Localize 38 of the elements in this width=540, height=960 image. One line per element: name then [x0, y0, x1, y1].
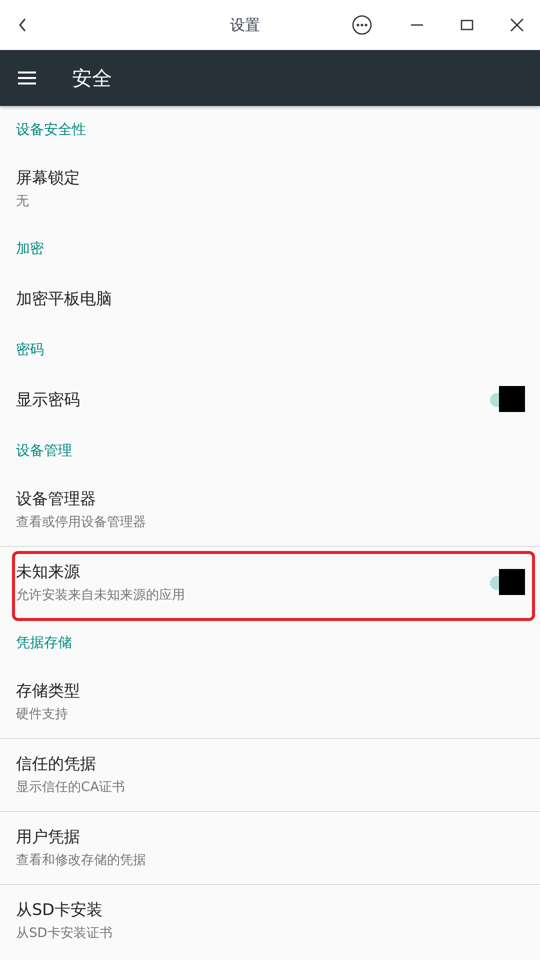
section-header: 设备管理	[15, 442, 73, 461]
more-icon	[352, 15, 372, 35]
settings-item[interactable]: 用户凭据 查看和修改存储的凭据	[0, 812, 540, 884]
settings-item[interactable]: 屏幕锁定 无	[0, 153, 540, 225]
item-title: 用户凭据	[16, 827, 81, 848]
item-title: 屏幕锁定	[16, 168, 81, 189]
item-title: 加密平板电脑	[16, 288, 113, 310]
item-title: 设备管理器	[16, 489, 97, 510]
item-summary: 无	[16, 193, 30, 210]
section-header: 设备安全性	[15, 121, 87, 140]
item-summary: 硬件支持	[16, 706, 69, 723]
item-summary: 允许安装来自未知来源的应用	[16, 587, 186, 604]
item-summary: 查看或停用设备管理器	[16, 514, 147, 531]
settings-item[interactable]: 从SD卡安装 从SD卡安装证书	[0, 885, 540, 957]
section-header: 密码	[15, 341, 45, 360]
settings-item[interactable]: 信任的凭据 显示信任的CA证书	[0, 739, 540, 811]
settings-item[interactable]: 未知来源 允许安装来自未知来源的应用	[0, 547, 540, 619]
section-header: 加密	[15, 240, 45, 259]
minimize-icon	[410, 24, 424, 26]
toolbar-title: 安全	[72, 64, 112, 92]
item-title: 存储类型	[16, 681, 81, 702]
settings-item[interactable]: 加密平板电脑	[0, 272, 540, 326]
close-icon	[510, 18, 524, 32]
window-title: 设置	[230, 16, 260, 34]
item-title: 信任的凭据	[16, 754, 97, 775]
item-title: 未知来源	[16, 562, 81, 583]
section-header: 凭据存储	[15, 634, 73, 653]
item-title: 从SD卡安装	[16, 900, 104, 921]
back-icon	[18, 18, 28, 32]
settings-item[interactable]: 显示密码	[0, 373, 540, 427]
settings-item[interactable]: 存储类型 硬件支持	[0, 666, 540, 738]
item-summary: 显示信任的CA证书	[16, 779, 126, 796]
item-summary: 查看和修改存储的凭据	[16, 852, 147, 869]
item-summary: 从SD卡安装证书	[16, 925, 114, 942]
maximize-icon	[460, 18, 474, 32]
menu-icon[interactable]	[18, 71, 36, 85]
settings-item[interactable]: 设备管理器 查看或停用设备管理器	[0, 474, 540, 546]
item-title: 显示密码	[16, 390, 81, 410]
